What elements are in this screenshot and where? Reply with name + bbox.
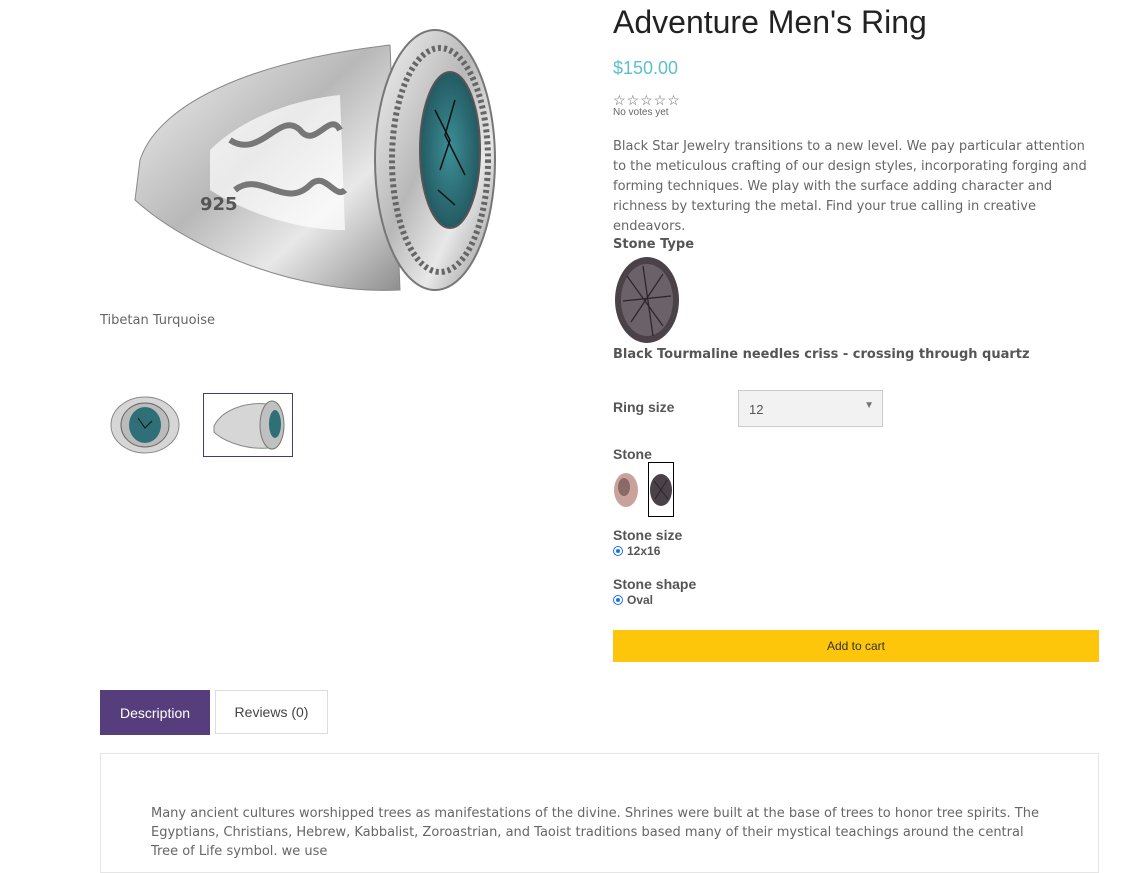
ring-side-thumbnail	[213, 400, 285, 450]
svg-text:925: 925	[200, 194, 238, 215]
stone-size-option[interactable]: 12x16	[613, 544, 660, 558]
product-title: Adventure Men's Ring	[613, 4, 927, 40]
stone-label: Stone	[613, 446, 652, 462]
stone-swatch-tourmaline[interactable]	[648, 462, 674, 517]
tab-reviews[interactable]: Reviews (0)	[215, 690, 328, 734]
dropdown-arrow-icon: ▼	[864, 400, 874, 411]
ring-image: 925	[134, 29, 496, 291]
stone-size-option-label: 12x16	[627, 544, 661, 558]
stone-size-label: Stone size	[613, 527, 683, 543]
ring-size-value: 12	[749, 402, 764, 417]
product-main-image[interactable]: 925	[100, 0, 550, 320]
product-description: Black Star Jewelry transitions to a new …	[613, 139, 1087, 234]
tab-description-text: Many ancient cultures worshipped trees a…	[151, 806, 1039, 859]
ring-size-label: Ring size	[613, 399, 675, 415]
image-caption: Tibetan Turquoise	[100, 313, 215, 328]
stone-type-image	[613, 256, 681, 346]
stone-swatch-pink[interactable]	[612, 471, 640, 509]
thumbnail-2[interactable]	[203, 393, 293, 457]
stone-shape-option-label: Oval	[627, 593, 654, 607]
ring-front-thumbnail	[110, 396, 180, 454]
add-to-cart-button[interactable]: Add to cart	[613, 630, 1099, 662]
tab-description[interactable]: Description	[100, 690, 210, 735]
product-price: $150.00	[613, 58, 679, 78]
stone-type-label: Stone Type	[613, 237, 695, 252]
ring-size-select[interactable]: 12 ▼	[738, 390, 883, 427]
rating-votes-text: No votes yet	[613, 107, 669, 118]
radio-selected-icon[interactable]	[613, 595, 623, 605]
stone-shape-label: Stone shape	[613, 576, 697, 592]
stone-shape-option[interactable]: Oval	[613, 593, 653, 607]
radio-selected-icon[interactable]	[613, 546, 623, 556]
stone-type-name: Black Tourmaline needles criss - crossin…	[613, 347, 1030, 362]
thumbnail-1[interactable]	[100, 393, 190, 457]
